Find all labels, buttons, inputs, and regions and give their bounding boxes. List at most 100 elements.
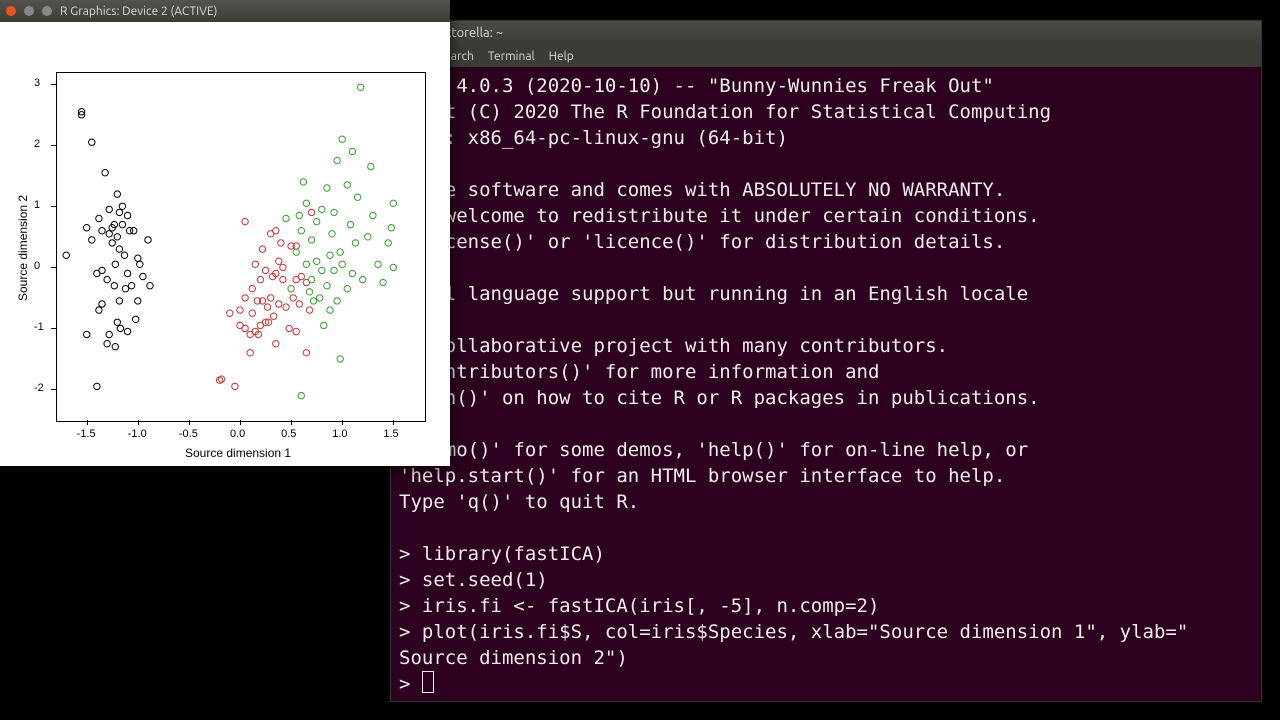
terminal-titlebar[interactable]: lexey@littorella: ~ xyxy=(391,21,1261,45)
data-point xyxy=(306,307,312,313)
data-point xyxy=(247,350,253,356)
data-point xyxy=(114,234,120,240)
data-point xyxy=(388,225,394,231)
y-tick-label: 1 xyxy=(34,199,40,211)
data-point xyxy=(334,157,340,163)
data-point xyxy=(99,301,105,307)
data-point xyxy=(135,298,141,304)
r-graphics-titlebar[interactable]: R Graphics: Device 2 (ACTIVE) xyxy=(0,0,450,22)
menu-help[interactable]: Help xyxy=(549,50,574,63)
minimize-icon[interactable] xyxy=(24,6,34,16)
data-point xyxy=(106,206,112,212)
x-tick xyxy=(87,420,88,425)
data-point xyxy=(337,356,343,362)
data-point xyxy=(327,307,333,313)
data-point xyxy=(347,221,353,227)
data-point xyxy=(112,261,118,267)
data-point xyxy=(293,328,299,334)
data-point xyxy=(339,136,345,142)
data-point xyxy=(352,240,358,246)
data-point xyxy=(298,392,304,398)
y-tick-label: 2 xyxy=(34,138,40,150)
y-tick xyxy=(51,84,56,85)
data-point xyxy=(360,276,366,282)
data-point xyxy=(147,283,153,289)
data-point xyxy=(290,295,296,301)
data-point xyxy=(124,212,130,218)
data-point xyxy=(106,231,112,237)
x-axis-label: Source dimension 1 xyxy=(185,446,291,460)
data-point xyxy=(306,289,312,295)
data-point xyxy=(390,264,396,270)
data-point xyxy=(121,252,127,258)
x-tick xyxy=(240,420,241,425)
terminal-body[interactable]: sion 4.0.3 (2020-10-10) -- "Bunny-Wunnie… xyxy=(391,67,1261,703)
x-tick xyxy=(189,420,190,425)
x-tick-label: -1.0 xyxy=(128,428,147,440)
data-point xyxy=(94,383,100,389)
y-tick-label: -1 xyxy=(34,321,44,333)
data-point xyxy=(344,286,350,292)
y-tick xyxy=(51,389,56,390)
data-point xyxy=(296,301,302,307)
data-point xyxy=(84,331,90,337)
data-point xyxy=(122,286,128,292)
data-point xyxy=(259,246,265,252)
data-point xyxy=(390,200,396,206)
data-point xyxy=(337,249,343,255)
terminal-menubar[interactable]: View Search Terminal Help xyxy=(391,45,1261,67)
data-point xyxy=(334,298,340,304)
data-point xyxy=(298,228,304,234)
data-point xyxy=(242,218,248,224)
y-tick-label: 3 xyxy=(34,77,40,89)
data-point xyxy=(119,203,125,209)
data-point xyxy=(300,179,306,185)
maximize-icon[interactable] xyxy=(42,6,52,16)
data-point xyxy=(128,283,134,289)
data-point xyxy=(264,304,270,310)
data-point xyxy=(380,279,386,285)
data-point xyxy=(308,237,314,243)
data-point xyxy=(227,310,233,316)
data-point xyxy=(84,225,90,231)
data-point xyxy=(339,261,345,267)
data-point xyxy=(354,194,360,200)
data-point xyxy=(124,270,130,276)
y-tick-label: -2 xyxy=(34,382,44,394)
data-point xyxy=(296,212,302,218)
close-icon[interactable] xyxy=(6,6,16,16)
data-point xyxy=(124,328,130,334)
data-point xyxy=(89,139,95,145)
data-point xyxy=(329,231,335,237)
data-point xyxy=(280,276,286,282)
data-point xyxy=(368,163,374,169)
data-point xyxy=(324,283,330,289)
data-point xyxy=(357,84,363,90)
y-tick xyxy=(51,328,56,329)
data-point xyxy=(102,170,108,176)
data-point xyxy=(111,283,117,289)
data-point xyxy=(99,228,105,234)
menu-terminal[interactable]: Terminal xyxy=(488,50,535,63)
data-point xyxy=(145,237,151,243)
x-tick-label: -0.5 xyxy=(179,428,198,440)
y-tick xyxy=(51,145,56,146)
data-point xyxy=(109,240,115,246)
data-point xyxy=(96,307,102,313)
data-point xyxy=(89,237,95,243)
data-point xyxy=(283,304,289,310)
data-point xyxy=(324,185,330,191)
data-point xyxy=(303,200,309,206)
data-point xyxy=(268,295,274,301)
x-tick xyxy=(291,420,292,425)
data-point xyxy=(293,249,299,255)
data-point xyxy=(278,240,284,246)
x-tick-label: -1.5 xyxy=(77,428,96,440)
data-point xyxy=(135,255,141,261)
data-point xyxy=(271,313,277,319)
data-point xyxy=(319,206,325,212)
data-point xyxy=(106,331,112,337)
data-point xyxy=(308,276,314,282)
data-point xyxy=(133,316,139,322)
terminal-cursor xyxy=(422,671,434,693)
